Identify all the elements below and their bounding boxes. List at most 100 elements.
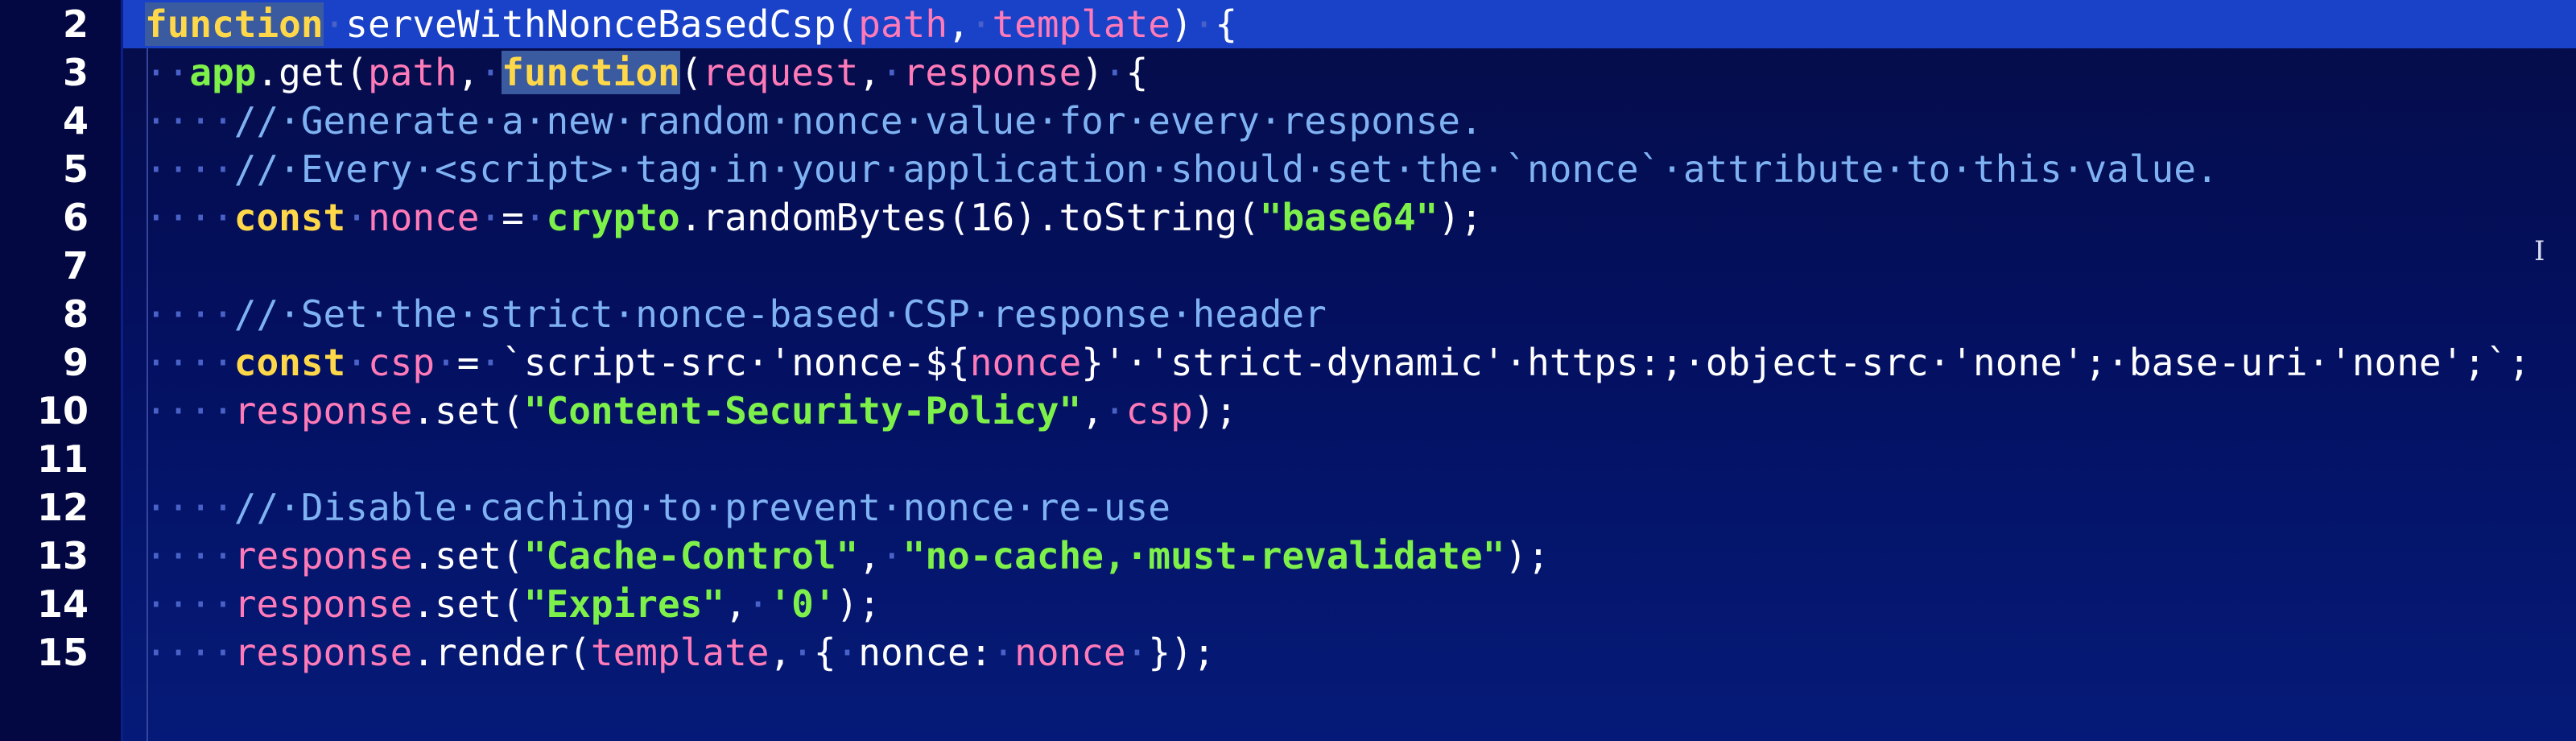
code-line[interactable]: ····response.set("Cache-Control",·"no-ca…: [145, 532, 1550, 580]
identifier-token: response: [233, 582, 413, 626]
punctuation-token: {: [1125, 51, 1149, 94]
whitespace-marker: ·: [746, 582, 770, 626]
identifier-token: response: [233, 631, 413, 674]
whitespace-marker: ·: [1125, 631, 1149, 674]
code-line[interactable]: function·serveWithNonceBasedCsp(path,·te…: [145, 0, 1237, 48]
identifier-token: path: [367, 51, 457, 94]
line-number[interactable]: 13: [0, 532, 89, 580]
identifier-token: nonce: [1014, 631, 1126, 674]
punctuation-token: ,: [858, 534, 881, 577]
method-token: .get(: [256, 51, 368, 94]
line-number[interactable]: 12: [0, 483, 89, 532]
keyword-token-highlighted: function: [145, 2, 324, 46]
whitespace-marker: ·: [880, 534, 903, 577]
identifier-token: csp: [1125, 389, 1193, 433]
code-line[interactable]: ····//·Generate·a·new·random·nonce·value…: [145, 97, 1483, 145]
whitespace-marker: ·: [479, 341, 502, 384]
whitespace-marker: ·: [345, 196, 368, 239]
identifier-token: response: [233, 389, 413, 433]
whitespace-marker: ····: [145, 486, 234, 529]
line-number[interactable]: 9: [0, 338, 89, 387]
line-number[interactable]: 2: [0, 0, 89, 48]
punctuation-token: );: [1505, 534, 1550, 577]
whitespace-marker: ····: [145, 534, 234, 577]
whitespace-marker: ·: [523, 196, 547, 239]
gutter-divider: [121, 0, 123, 741]
punctuation-token: (: [836, 2, 859, 46]
whitespace-marker: ····: [145, 341, 234, 384]
string-token: "base64": [1259, 196, 1439, 239]
object-token: app: [189, 51, 257, 94]
code-line[interactable]: ····response.render(template,·{·nonce:·n…: [145, 628, 1215, 677]
whitespace-marker: ··: [145, 51, 190, 94]
line-number[interactable]: 7: [0, 242, 89, 290]
comment-token: //·Disable·caching·to·prevent·nonce·re-u…: [233, 486, 1170, 529]
string-token: "Cache-Control": [523, 534, 859, 577]
whitespace-marker: ····: [145, 196, 234, 239]
punctuation-token: ,: [947, 2, 970, 46]
punctuation-token: {: [813, 631, 836, 674]
whitespace-marker: ····: [145, 631, 234, 674]
whitespace-marker: ····: [145, 99, 234, 143]
line-number[interactable]: 3: [0, 48, 89, 97]
whitespace-marker: ····: [145, 147, 234, 191]
line-number[interactable]: 10: [0, 387, 89, 435]
code-line[interactable]: ····const·nonce·=·crypto.randomBytes(16)…: [145, 193, 1483, 242]
method-token: nonce:: [858, 631, 993, 674]
code-line[interactable]: ····response.set("Content-Security-Polic…: [145, 387, 1237, 435]
string-token: '0': [769, 582, 836, 626]
identifier-token: template: [992, 2, 1170, 46]
whitespace-marker: ····: [145, 292, 234, 336]
whitespace-marker: ·: [1103, 51, 1126, 94]
whitespace-marker: ·: [992, 631, 1015, 674]
comment-token: //·Generate·a·new·random·nonce·value·for…: [233, 99, 1483, 143]
identifier-token: request: [702, 51, 859, 94]
code-line[interactable]: ····//·Every·<script>·tag·in·your·applic…: [145, 145, 2219, 193]
whitespace-marker: ·: [969, 2, 993, 46]
comment-token: //·Set·the·strict·nonce-based·CSP·respon…: [233, 292, 1327, 336]
punctuation-token: );: [1438, 196, 1483, 239]
line-number[interactable]: 11: [0, 435, 89, 483]
string-token: "Content-Security-Policy": [523, 389, 1082, 433]
whitespace-marker: ·: [435, 341, 457, 384]
code-editor[interactable]: function·serveWithNonceBasedCsp(path,·te…: [0, 0, 2576, 741]
line-number[interactable]: 15: [0, 628, 89, 677]
method-token: .set(: [412, 582, 524, 626]
identifier-token: response: [233, 534, 413, 577]
function-name-token: serveWithNonceBasedCsp: [345, 2, 836, 46]
line-number[interactable]: 6: [0, 193, 89, 242]
code-line[interactable]: ····//·Disable·caching·to·prevent·nonce·…: [145, 483, 1170, 532]
identifier-token: response: [902, 51, 1082, 94]
line-number[interactable]: 5: [0, 145, 89, 193]
method-token: .set(: [412, 534, 524, 577]
indent-guide: [147, 48, 148, 741]
punctuation-token: );: [1192, 389, 1238, 433]
method-token: .render(: [412, 631, 591, 674]
code-line[interactable]: ··app.get(path,·function(request,·respon…: [145, 48, 1148, 97]
whitespace-marker: ·: [479, 51, 502, 94]
line-number[interactable]: 14: [0, 580, 89, 628]
whitespace-marker: ·: [881, 51, 903, 94]
punctuation-token: {: [1215, 2, 1238, 46]
punctuation-token: ,: [858, 51, 881, 94]
identifier-token: csp: [367, 341, 436, 384]
whitespace-marker: ·: [323, 2, 346, 46]
code-line[interactable]: ····const·csp·=·`script-src·'nonce-${non…: [145, 338, 2530, 387]
code-line[interactable]: ····//·Set·the·strict·nonce-based·CSP·re…: [145, 290, 1327, 338]
punctuation-token: (: [679, 51, 703, 94]
keyword-token: const: [233, 341, 346, 384]
punctuation-token: =: [502, 196, 524, 239]
punctuation-token: =: [456, 341, 480, 384]
line-number[interactable]: 8: [0, 290, 89, 338]
code-line[interactable]: ····response.set("Expires",·'0');: [145, 580, 881, 628]
method-token: .set(: [412, 389, 524, 433]
interpolation-token: nonce: [969, 341, 1082, 384]
punctuation-token: });: [1148, 631, 1216, 674]
line-number[interactable]: 4: [0, 97, 89, 145]
punctuation-token: ,: [1081, 389, 1104, 433]
method-token: .randomBytes(16).toString(: [679, 196, 1260, 239]
whitespace-marker: ····: [145, 582, 234, 626]
whitespace-marker: ·: [836, 631, 859, 674]
template-string-token: `script-src·'nonce-${: [502, 341, 970, 384]
punctuation-token: ,: [769, 631, 792, 674]
